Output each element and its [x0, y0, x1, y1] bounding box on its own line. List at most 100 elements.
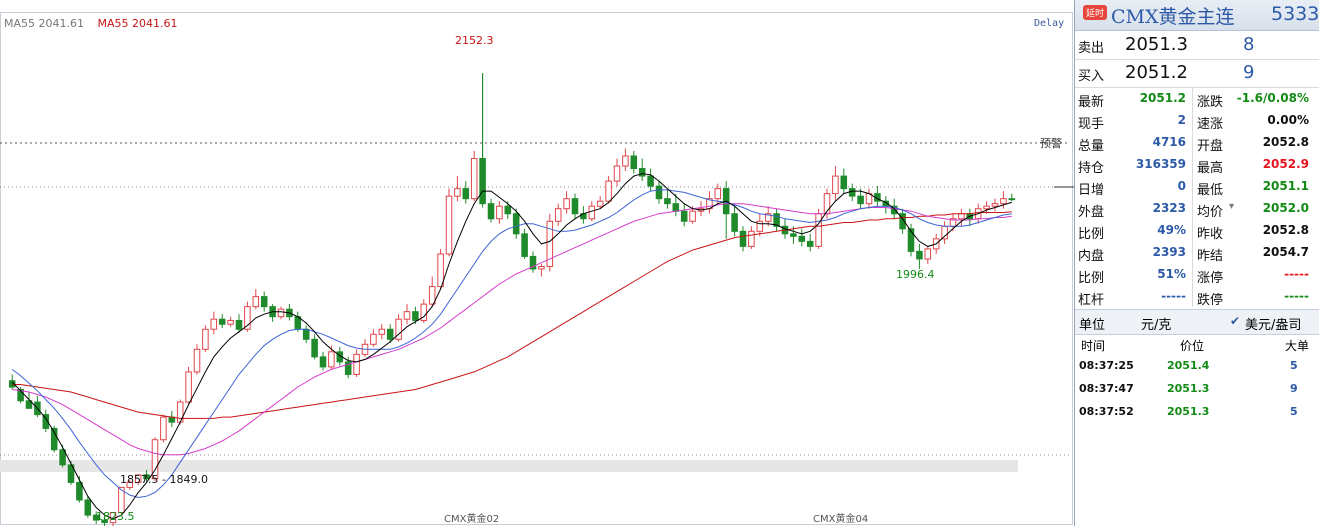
quote-row-right-9: 跌停 ----- — [1197, 285, 1309, 308]
candle — [378, 328, 386, 335]
quote-label: 均价 — [1197, 205, 1224, 220]
candle — [672, 203, 680, 212]
ma-legend: MA55 2041.61 MA55 2041.61 — [4, 17, 188, 30]
bid-volume: 9 — [1243, 62, 1255, 83]
quote-row-left-1: 现手 2 — [1078, 109, 1186, 132]
quote-row-left-9: 杠杆 ----- — [1078, 285, 1186, 308]
candle — [302, 328, 310, 340]
candle — [748, 230, 755, 247]
tick-time: 08:37:52 — [1079, 405, 1134, 418]
symbol-code: 5333 — [1271, 3, 1319, 25]
candle — [664, 198, 671, 205]
candle — [403, 311, 411, 320]
quote-value: -1.6/0.08% — [1236, 91, 1309, 105]
quote-row-right-4: 最低 2051.1 — [1197, 175, 1309, 198]
candle — [907, 228, 915, 252]
ask-row[interactable]: 卖出 2051.3 8 — [1075, 31, 1319, 60]
unit-label: 单位 — [1079, 318, 1106, 333]
candle — [521, 233, 528, 257]
ask-price: 2051.3 — [1125, 34, 1188, 55]
quote-value: 2054.7 — [1262, 245, 1309, 259]
ma55-line — [12, 211, 1012, 419]
bid-label: 买入 — [1078, 69, 1105, 84]
candle — [798, 235, 806, 242]
quote-label: 比例 — [1078, 227, 1105, 242]
candle — [848, 188, 856, 197]
quote-row-left-8: 比例 51% — [1078, 263, 1186, 286]
candle — [630, 155, 638, 170]
x-label-0: CMX黄金02 — [444, 514, 500, 525]
quote-row-right-3: 最高 2052.9 — [1197, 153, 1309, 176]
quote-panel: 延时 CMX黄金主连 5333 卖出 2051.3 8 买入 2051.2 9 … — [1074, 0, 1319, 526]
quote-value: 49% — [1157, 223, 1186, 237]
candle — [538, 265, 545, 270]
bid-row[interactable]: 买入 2051.2 9 — [1075, 59, 1319, 88]
high-annotation: 2152.3 — [455, 34, 494, 47]
candle — [857, 195, 864, 205]
quote-value: 2051.2 — [1139, 91, 1186, 105]
tick-price: 2051.3 — [1167, 382, 1210, 395]
quote-label: 最新 — [1078, 95, 1105, 110]
candle — [202, 328, 209, 350]
quote-value: ----- — [1161, 289, 1186, 303]
candle — [370, 333, 377, 345]
quote-row-right-2: 开盘 2052.8 — [1197, 131, 1309, 154]
delay-label: Delay — [1034, 18, 1065, 29]
price-chart[interactable]: MA55 2041.61 MA55 2041.61 Delay 预警 2152.… — [0, 0, 1074, 526]
ask-label: 卖出 — [1078, 41, 1105, 56]
candle — [655, 185, 663, 200]
candle — [252, 296, 260, 308]
mid-low-annotation: 1996.4 — [896, 268, 935, 281]
dropdown-arrow-icon[interactable]: ▾ — [1229, 201, 1234, 212]
candle — [479, 157, 486, 205]
candle — [638, 168, 646, 177]
candle — [185, 371, 192, 403]
candle — [227, 319, 234, 325]
candle — [1008, 198, 1016, 201]
tick-price: 2051.4 — [1167, 359, 1210, 372]
candle — [218, 318, 226, 325]
quote-value: 0.00% — [1267, 113, 1309, 127]
quote-label: 持仓 — [1078, 161, 1105, 176]
quote-value: 2052.0 — [1262, 201, 1309, 215]
quote-value: 2 — [1177, 113, 1186, 127]
tick-row[interactable]: 08:37:52 2051.3 5 — [1075, 401, 1319, 423]
candle — [790, 233, 797, 237]
candle — [84, 499, 92, 516]
x-label-1: CMX黄金04 — [813, 514, 869, 525]
candle — [958, 213, 965, 220]
quote-value: 2052.9 — [1262, 157, 1309, 171]
candle — [563, 198, 570, 210]
quote-row-right-8: 涨停 ----- — [1197, 263, 1309, 286]
ask-volume: 8 — [1243, 34, 1255, 55]
quote-row-right-6: 昨收 2052.8 — [1197, 219, 1309, 242]
quote-row-right-0: 涨跌 -1.6/0.08% — [1197, 87, 1309, 110]
tick-header-price: 价位 — [1180, 339, 1205, 353]
ma-legend-red: MA55 2041.61 — [97, 17, 178, 30]
check-icon: ✔ — [1230, 314, 1241, 328]
quote-divider — [1192, 87, 1193, 307]
candle — [714, 188, 722, 200]
unit-usd-option[interactable]: 美元/盎司 — [1245, 314, 1301, 333]
candle — [622, 155, 629, 167]
quote-row-right-7: 昨结 2054.7 — [1197, 241, 1309, 264]
quote-label: 杠杆 — [1078, 293, 1105, 308]
tick-row[interactable]: 08:37:25 2051.4 5 — [1075, 355, 1319, 377]
candle — [731, 213, 738, 232]
unit-cny-option[interactable]: 元/克 — [1141, 314, 1171, 333]
quote-row-right-5: 均价 2052.0 ▾ — [1197, 197, 1309, 220]
candle — [571, 198, 579, 215]
quote-value: 2052.8 — [1262, 223, 1309, 237]
candle — [160, 416, 167, 441]
candlestick-chart-svg[interactable] — [0, 0, 1074, 526]
quote-value: 0 — [1177, 179, 1186, 193]
quote-label: 昨结 — [1197, 249, 1224, 264]
tick-vol: 9 — [1290, 382, 1298, 395]
quote-row-left-6: 比例 49% — [1078, 219, 1186, 242]
quote-value: 51% — [1157, 267, 1186, 281]
symbol-name[interactable]: CMX黄金主连 — [1111, 2, 1235, 29]
candle — [680, 210, 688, 222]
quote-row-left-5: 外盘 2323 — [1078, 197, 1186, 220]
tick-row[interactable]: 08:37:47 2051.3 9 — [1075, 378, 1319, 400]
quote-value: 2052.8 — [1262, 135, 1309, 149]
